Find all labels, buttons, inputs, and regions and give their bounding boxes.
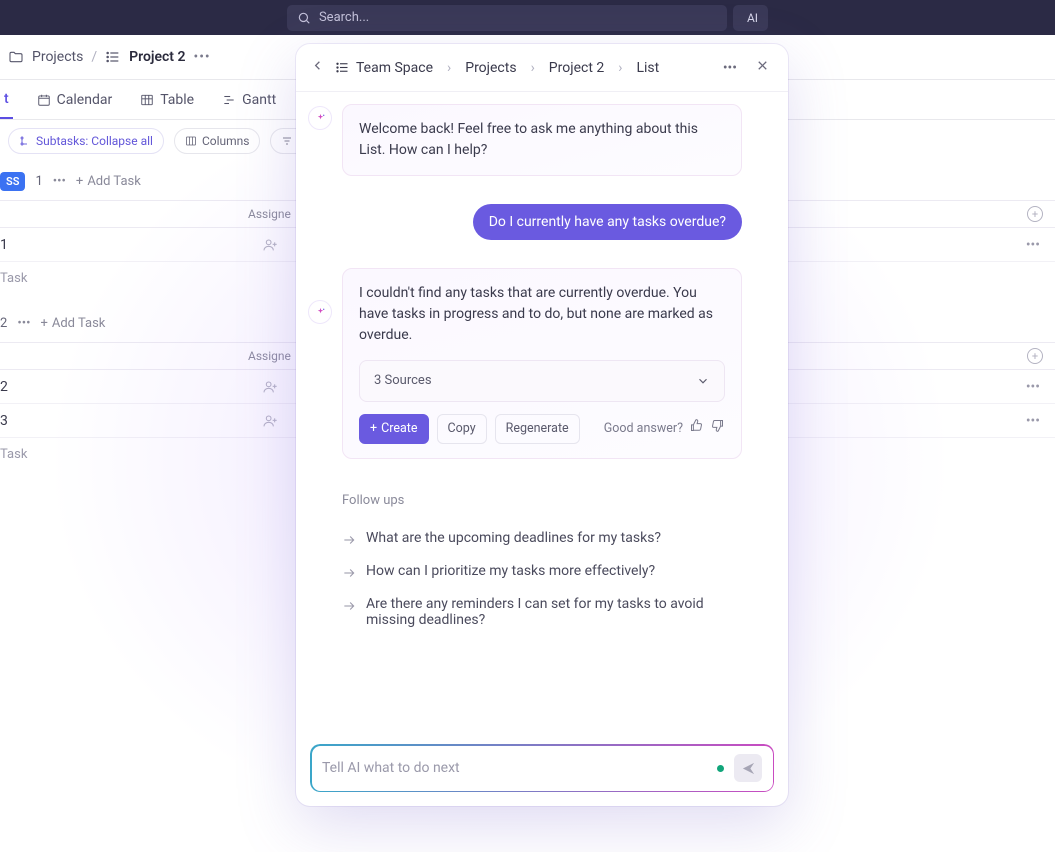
regenerate-button[interactable]: Regenerate [495, 414, 580, 445]
add-task-button[interactable]: +Add Task [40, 316, 105, 331]
arrow-right-icon [342, 566, 356, 580]
new-subtask[interactable]: Task [0, 447, 27, 462]
arrow-right-icon [342, 533, 356, 547]
status-more[interactable]: ••• [53, 174, 66, 189]
status-count: 1 [35, 174, 42, 189]
ai-panel: Team Space › Projects › Project 2 › List… [296, 44, 788, 806]
calendar-icon [37, 93, 51, 107]
thumbs-down[interactable] [710, 418, 725, 440]
arrow-right-icon [342, 599, 356, 613]
breadcrumb-more[interactable]: ••• [193, 49, 210, 65]
sources-expand[interactable]: 3 Sources [359, 360, 725, 402]
assignee-cell[interactable] [240, 379, 300, 395]
tab-gantt[interactable]: Gantt [218, 80, 280, 119]
add-task-button[interactable]: +Add Task [76, 174, 141, 189]
ai-message: Welcome back! Feel free to ask me anythi… [342, 104, 742, 176]
ai-launcher[interactable]: AI [733, 5, 768, 31]
chevron-left-icon [310, 58, 325, 73]
send-button[interactable] [734, 754, 762, 782]
breadcrumb-parent[interactable]: Projects [32, 49, 83, 65]
tab-table[interactable]: Table [136, 80, 198, 119]
sparkle-icon [315, 307, 326, 318]
global-search[interactable]: Search... [287, 5, 727, 31]
user-message: Do I currently have any tasks overdue? [473, 204, 742, 240]
subtask-icon [19, 135, 31, 147]
table-icon [140, 93, 154, 107]
assignee-cell[interactable] [240, 413, 300, 429]
tab-list[interactable]: t [0, 80, 13, 119]
panel-crumb[interactable]: Team Space [356, 60, 433, 76]
breadcrumb-current[interactable]: Project 2 [129, 49, 185, 65]
person-add-icon [262, 379, 278, 395]
followup-item[interactable]: Are there any reminders I can set for my… [342, 588, 742, 636]
ai-avatar [308, 106, 332, 130]
filter-icon [281, 135, 293, 147]
folder-icon [8, 49, 24, 65]
ai-prompt-input[interactable] [322, 760, 707, 776]
panel-crumb[interactable]: Projects [465, 60, 516, 76]
status-count: 2 [0, 316, 7, 331]
assignee-cell[interactable] [240, 237, 300, 253]
copy-button[interactable]: Copy [437, 414, 487, 445]
feedback-label: Good answer? [604, 420, 683, 439]
create-button[interactable]: +Create [359, 414, 429, 445]
new-subtask[interactable]: Task [0, 271, 27, 286]
thumbs-down-icon [710, 418, 725, 433]
panel-crumb[interactable]: List [636, 60, 659, 76]
search-placeholder: Search... [319, 10, 369, 25]
ai-avatar [308, 300, 332, 324]
thumbs-up-icon [689, 418, 704, 433]
tab-calendar[interactable]: Calendar [33, 80, 117, 119]
panel-close[interactable] [751, 54, 774, 81]
chevron-down-icon [696, 374, 710, 388]
add-column[interactable]: + [1027, 348, 1043, 364]
search-icon [297, 11, 311, 25]
close-icon [755, 58, 770, 73]
gantt-icon [222, 93, 236, 107]
send-icon [741, 761, 756, 776]
ai-prompt-box [310, 744, 774, 792]
ai-message: I couldn't find any tasks that are curre… [342, 268, 742, 459]
person-add-icon [262, 413, 278, 429]
person-add-icon [262, 237, 278, 253]
columns-icon [185, 135, 197, 147]
panel-back[interactable] [310, 58, 325, 77]
list-icon [105, 49, 121, 65]
add-column[interactable]: + [1027, 206, 1043, 222]
followup-item[interactable]: What are the upcoming deadlines for my t… [342, 522, 742, 555]
panel-crumb[interactable]: Project 2 [549, 60, 604, 76]
subtasks-toggle[interactable]: Subtasks: Collapse all [8, 128, 164, 154]
columns-button[interactable]: Columns [174, 128, 261, 154]
followups-title: Follow ups [342, 493, 742, 508]
status-dot [717, 765, 724, 772]
status-more[interactable]: ••• [17, 316, 30, 331]
thumbs-up[interactable] [689, 418, 704, 440]
panel-more[interactable]: ••• [719, 56, 741, 80]
status-badge[interactable]: SS [0, 172, 25, 191]
followup-item[interactable]: How can I prioritize my tasks more effec… [342, 555, 742, 588]
list-icon [335, 60, 350, 75]
sparkle-icon [315, 113, 326, 124]
